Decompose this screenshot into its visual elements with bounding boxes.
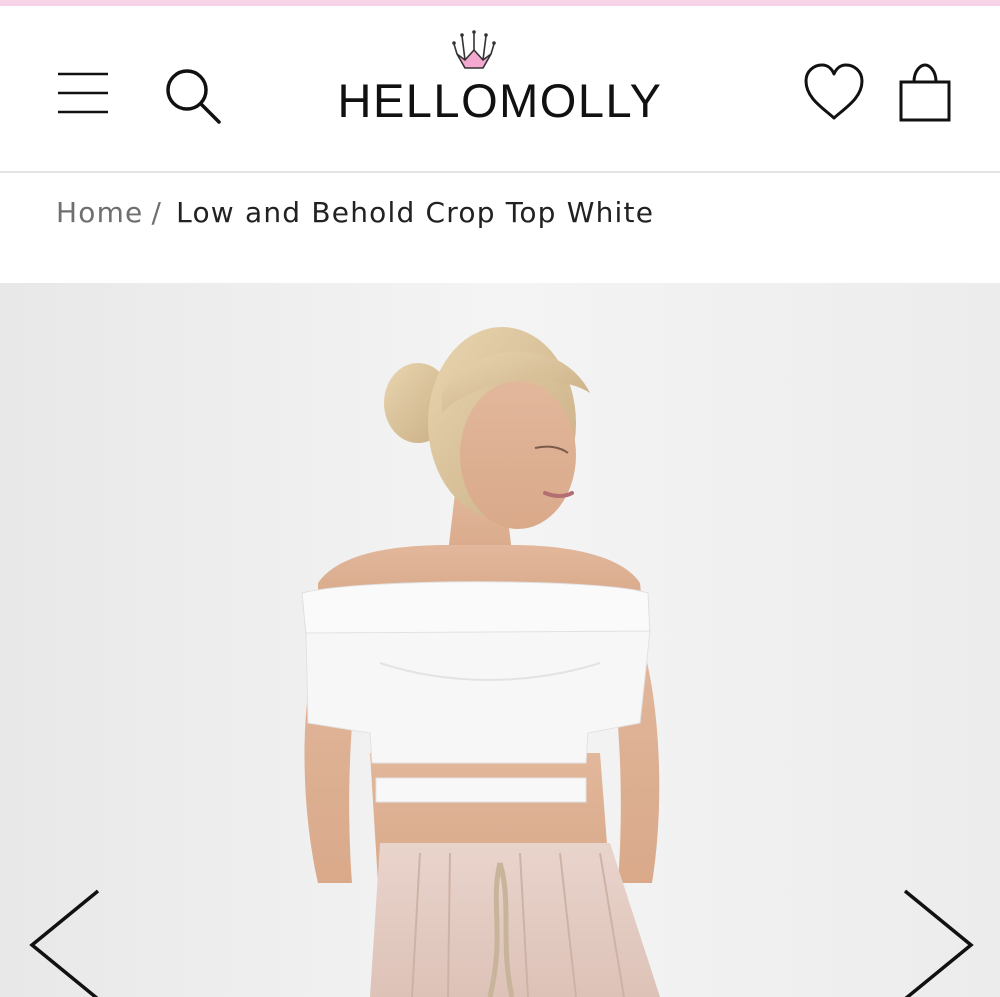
search-icon[interactable] <box>163 66 223 126</box>
breadcrumb: Home / Low and Behold Crop Top White <box>56 196 654 236</box>
chevron-left-icon[interactable] <box>24 887 108 997</box>
site-header: HELLOMOLLY <box>0 6 1000 173</box>
hamburger-menu-icon[interactable] <box>56 70 110 116</box>
crown-icon <box>451 30 497 78</box>
product-image[interactable] <box>0 283 1000 997</box>
brand-logo[interactable]: HELLOMOLLY <box>330 30 670 130</box>
breadcrumb-separator: / <box>151 196 163 229</box>
chevron-right-icon[interactable] <box>895 887 979 997</box>
breadcrumb-home-link[interactable]: Home <box>56 196 144 229</box>
brand-name: HELLOMOLLY <box>337 74 663 127</box>
heart-icon[interactable] <box>803 62 865 122</box>
shopping-bag-icon[interactable] <box>897 62 953 124</box>
product-image-gallery <box>0 283 1000 997</box>
breadcrumb-current-page: Low and Behold Crop Top White <box>176 196 655 229</box>
